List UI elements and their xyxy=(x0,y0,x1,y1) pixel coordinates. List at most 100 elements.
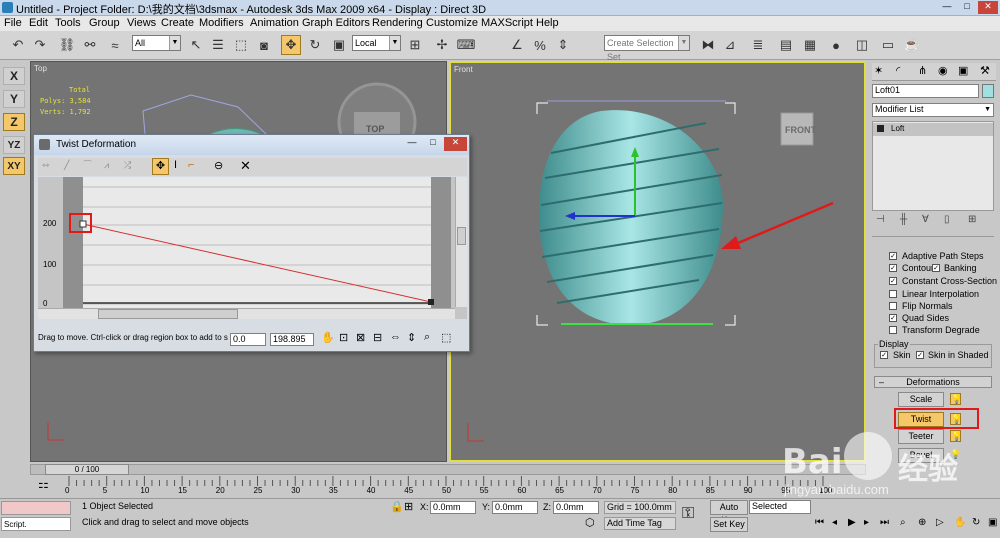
dialog-close-button[interactable]: ✕ xyxy=(444,137,467,151)
viewcube-front[interactable]: FRONT xyxy=(785,125,816,135)
key-filter-dropdown[interactable]: Selected xyxy=(749,500,811,514)
bevel-button[interactable]: Bevel xyxy=(898,448,944,463)
keyboard-shortcut-override-icon[interactable]: ⌨ xyxy=(456,35,476,55)
align-icon[interactable]: ⊿ xyxy=(720,35,740,55)
menu-group[interactable]: Group xyxy=(89,17,120,29)
menu-rendering[interactable]: Rendering xyxy=(372,17,423,29)
quad-sides-checkbox[interactable]: ✓ xyxy=(889,314,897,322)
scale-toggle-bulb-icon[interactable]: 💡 xyxy=(950,393,961,405)
snaps-toggle-icon[interactable]: ⁲ xyxy=(484,35,504,55)
menu-create[interactable]: Create xyxy=(161,17,194,29)
banking-checkbox[interactable]: ✓ xyxy=(932,264,940,272)
lock-selection-icon[interactable]: 🔒 xyxy=(390,500,404,513)
constant-cross-section-checkbox[interactable]: ✓ xyxy=(889,277,897,285)
dialog-minimize-button[interactable]: — xyxy=(403,137,421,151)
delete-control-point-icon[interactable]: ⊖ xyxy=(214,159,223,172)
spinner-snap-icon[interactable]: ⇕ xyxy=(553,35,573,55)
menu-edit[interactable]: Edit xyxy=(29,17,48,29)
add-time-tag-button[interactable]: Add Time Tag xyxy=(604,517,676,530)
zoom-all-icon[interactable]: ⊕ xyxy=(918,517,926,528)
zoom-horizontal-extents-icon[interactable]: ⊠ xyxy=(356,331,365,344)
menu-help[interactable]: Help xyxy=(536,17,559,29)
rect-selection-region-icon[interactable]: ⬚ xyxy=(231,35,251,55)
select-and-move-icon[interactable]: ✥ xyxy=(281,35,301,55)
render-setup-icon[interactable]: ◫ xyxy=(852,35,872,55)
auto-key-button[interactable]: Auto Key xyxy=(710,500,748,515)
dialog-maximize-button[interactable]: □ xyxy=(424,137,442,151)
set-key-mode-icon[interactable]: ⚿ xyxy=(682,505,694,523)
modify-tab-icon[interactable]: ◜ xyxy=(896,64,900,77)
percent-snap-icon[interactable]: % xyxy=(530,35,550,55)
display-tab-icon[interactable]: ▣ xyxy=(958,64,968,77)
axis-z-button[interactable]: Z xyxy=(3,113,25,131)
material-editor-icon[interactable]: ● xyxy=(826,35,846,55)
zoom-region-icon[interactable]: ⬚ xyxy=(441,331,451,344)
maximize-viewport-icon[interactable]: ▣ xyxy=(988,517,997,528)
menu-customize[interactable]: Customize xyxy=(426,17,478,29)
rendered-frame-window-icon[interactable]: ▭ xyxy=(878,35,898,55)
scale-button[interactable]: Scale xyxy=(898,392,944,407)
menu-tools[interactable]: Tools xyxy=(55,17,81,29)
time-slider-thumb[interactable]: 0 / 100 xyxy=(45,464,129,475)
zoom-extents-icon[interactable]: ⊡ xyxy=(339,331,348,344)
zoom-icon[interactable]: ⌕ xyxy=(424,331,430,344)
viewcube-top[interactable]: TOP xyxy=(366,124,384,134)
select-and-scale-icon[interactable]: ▣ xyxy=(329,35,349,55)
layer-manager-icon[interactable]: ≣ xyxy=(748,35,768,55)
remove-modifier-icon[interactable]: ▯ xyxy=(944,214,950,225)
skin-checkbox[interactable]: ✓ xyxy=(880,351,888,359)
pivot-center-icon[interactable]: ⊞ xyxy=(405,35,425,55)
modifier-list-dropdown[interactable]: Modifier List ▼ xyxy=(872,103,994,117)
create-tab-icon[interactable]: ✶ xyxy=(874,64,883,77)
deformation-graph[interactable] xyxy=(63,177,455,317)
go-to-end-icon[interactable]: ⏭ xyxy=(880,517,889,528)
transform-degrade-checkbox[interactable] xyxy=(889,326,897,334)
render-production-icon[interactable]: ☕ xyxy=(902,35,922,55)
time-slider[interactable]: 0 / 100 xyxy=(0,463,868,476)
menu-maxscript[interactable]: MAXScript xyxy=(481,17,533,29)
object-color-swatch[interactable] xyxy=(982,84,994,98)
axis-y-button[interactable]: Y xyxy=(3,90,25,108)
undo-icon[interactable]: ↶ xyxy=(8,35,28,55)
absolute-mode-icon[interactable]: ⊞ xyxy=(404,500,413,513)
set-key-button[interactable]: Set Key xyxy=(710,517,748,532)
make-symmetrical-icon[interactable]: ⇿ xyxy=(42,160,50,171)
zoom-vertical-extents-icon[interactable]: ⊟ xyxy=(373,331,382,344)
show-end-result-icon[interactable]: ╫ xyxy=(900,214,907,225)
field-of-view-icon[interactable]: ▷ xyxy=(936,517,944,528)
display-xy-axes-icon[interactable]: ⩘ xyxy=(104,160,109,171)
bevel-toggle-bulb-icon[interactable]: 💡 xyxy=(950,449,961,461)
graph-horizontal-scrollbar[interactable] xyxy=(38,308,455,319)
contour-checkbox[interactable]: ✓ xyxy=(889,264,897,272)
window-crossing-icon[interactable]: ◙ xyxy=(254,35,274,55)
linear-interpolation-checkbox[interactable] xyxy=(889,290,897,298)
curve-editor-icon[interactable]: ▤ xyxy=(776,35,796,55)
skin-in-shaded-checkbox[interactable]: ✓ xyxy=(916,351,924,359)
menu-modifiers[interactable]: Modifiers xyxy=(199,17,244,29)
y-coordinate-field[interactable]: 0.0mm xyxy=(492,501,538,514)
point-y-field[interactable]: 198.895 xyxy=(270,333,314,346)
stack-expand-icon[interactable] xyxy=(877,125,884,132)
axis-yz-button[interactable]: YZ xyxy=(3,136,25,154)
move-control-point-icon[interactable]: ✥ xyxy=(152,158,169,175)
pan-icon[interactable]: ✋ xyxy=(321,331,335,344)
swap-curves-icon[interactable]: ⤮ xyxy=(124,160,131,171)
schematic-view-icon[interactable]: ▦ xyxy=(800,35,820,55)
z-coordinate-field[interactable]: 0.0mm xyxy=(553,501,599,514)
display-x-axis-icon[interactable]: ╱ xyxy=(64,160,69,171)
pin-stack-icon[interactable]: ⊣ xyxy=(876,214,885,225)
motion-tab-icon[interactable]: ◉ xyxy=(938,64,948,77)
unlink-icon[interactable]: ⚯ xyxy=(80,35,100,55)
menu-views[interactable]: Views xyxy=(127,17,156,29)
make-unique-icon[interactable]: ∀ xyxy=(922,214,929,225)
utilities-tab-icon[interactable]: ⚒ xyxy=(980,64,990,77)
axis-xy-button[interactable]: XY xyxy=(3,157,25,175)
maximize-button[interactable]: □ xyxy=(958,1,976,14)
selection-filter-dropdown[interactable]: All ▼ xyxy=(132,35,181,51)
maxscript-input[interactable]: Script. xyxy=(1,517,71,531)
hierarchy-tab-icon[interactable]: ⋔ xyxy=(918,64,927,77)
teeter-button[interactable]: Teeter xyxy=(898,429,944,444)
reset-curve-icon[interactable]: ✕ xyxy=(240,158,251,174)
named-selection-set-dropdown[interactable]: Create Selection Set ▼ xyxy=(604,35,690,51)
configure-modifier-sets-icon[interactable]: ⊞ xyxy=(968,214,976,225)
